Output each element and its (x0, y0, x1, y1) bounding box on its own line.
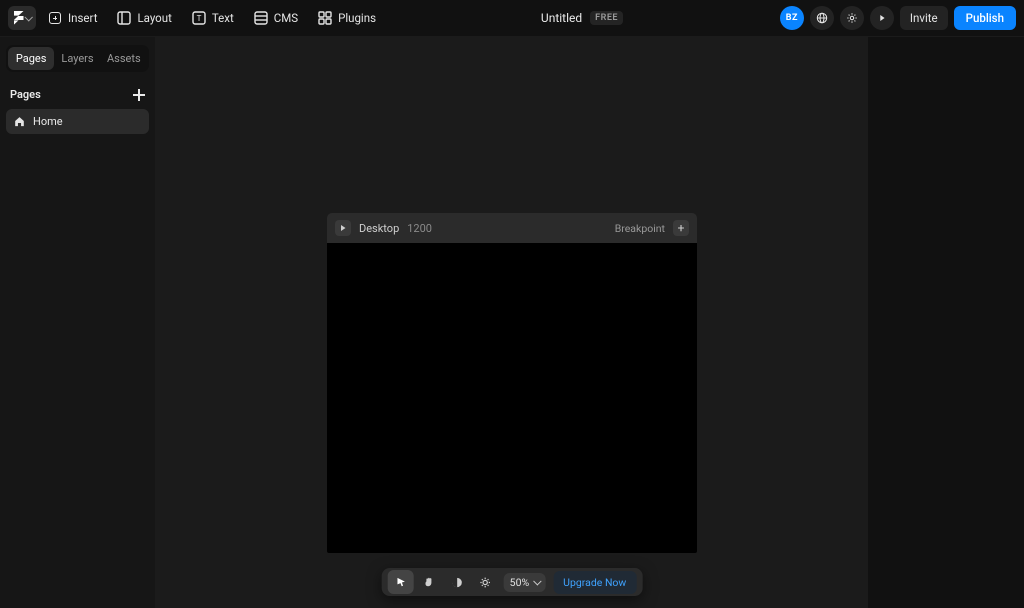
left-panel: Pages Layers Assets Pages Home (0, 37, 156, 608)
insert-icon (48, 11, 62, 25)
topbar-left: Insert Layout T Text CMS Plugins (8, 6, 384, 30)
comment-icon (450, 576, 463, 589)
hand-icon (422, 576, 435, 589)
panel-tabs: Pages Layers Assets (6, 45, 149, 72)
publish-button[interactable]: Publish (954, 6, 1016, 30)
topbar-center: Untitled FREE (384, 11, 780, 25)
add-breakpoint-button[interactable]: + (673, 220, 689, 236)
user-avatar[interactable]: BZ (780, 6, 804, 30)
settings-button[interactable] (840, 6, 864, 30)
cms-menu[interactable]: CMS (246, 7, 306, 29)
plugins-label: Plugins (338, 11, 376, 25)
frame-header: Desktop 1200 Breakpoint + (327, 213, 697, 243)
globe-button[interactable] (810, 6, 834, 30)
pages-section-title: Pages (10, 88, 41, 101)
plugins-menu[interactable]: Plugins (310, 7, 384, 29)
insert-label: Insert (68, 11, 97, 25)
cms-label: CMS (274, 11, 298, 25)
topbar: Insert Layout T Text CMS Plugins (0, 0, 1024, 37)
frame[interactable]: Desktop 1200 Breakpoint + (327, 213, 697, 553)
add-page-button[interactable] (133, 89, 145, 101)
layout-label: Layout (137, 11, 171, 25)
zoom-dropdown[interactable]: 50% (504, 573, 546, 592)
cms-icon (254, 11, 268, 25)
topbar-right: BZ Invite Publish (780, 6, 1016, 30)
framer-logo-icon (14, 11, 24, 25)
canvas[interactable]: Desktop 1200 Breakpoint + 50% Upgrade No… (156, 37, 868, 608)
frame-preview-button[interactable] (335, 220, 351, 236)
plan-badge: FREE (590, 11, 623, 25)
preview-button[interactable] (870, 6, 894, 30)
upgrade-button[interactable]: Upgrade Now (553, 571, 636, 594)
insert-menu[interactable]: Insert (40, 7, 105, 29)
breakpoint-label: Breakpoint (615, 222, 665, 235)
gear-icon (846, 12, 858, 24)
play-icon (876, 12, 888, 24)
layout-icon (117, 11, 131, 25)
frame-width: 1200 (407, 222, 432, 235)
tab-layers[interactable]: Layers (54, 47, 100, 70)
text-icon: T (192, 11, 206, 25)
chevron-down-icon (533, 577, 541, 585)
layout-menu[interactable]: Layout (109, 7, 179, 29)
globe-icon (816, 12, 828, 24)
play-icon (339, 224, 347, 232)
svg-text:T: T (196, 14, 201, 23)
sun-icon (478, 576, 491, 589)
plugins-icon (318, 11, 332, 25)
home-icon (14, 116, 25, 127)
page-item-home[interactable]: Home (6, 109, 149, 134)
text-menu[interactable]: T Text (184, 7, 242, 29)
frame-body[interactable] (327, 243, 697, 553)
bottom-toolbar: 50% Upgrade Now (382, 568, 643, 596)
page-item-label: Home (33, 115, 63, 128)
zoom-value: 50% (510, 576, 530, 589)
select-tool[interactable] (388, 570, 414, 594)
theme-tool[interactable] (472, 570, 498, 594)
hand-tool[interactable] (416, 570, 442, 594)
invite-button[interactable]: Invite (900, 6, 948, 30)
pages-section-header: Pages (10, 88, 145, 101)
chevron-down-icon (24, 13, 32, 21)
text-label: Text (212, 11, 234, 25)
frame-name[interactable]: Desktop (359, 222, 399, 235)
app-menu-button[interactable] (8, 6, 36, 30)
tab-pages[interactable]: Pages (8, 47, 54, 70)
cursor-icon (394, 576, 407, 589)
tab-assets[interactable]: Assets (101, 47, 147, 70)
comment-tool[interactable] (444, 570, 470, 594)
project-title[interactable]: Untitled (541, 11, 582, 25)
right-panel (868, 37, 1024, 608)
